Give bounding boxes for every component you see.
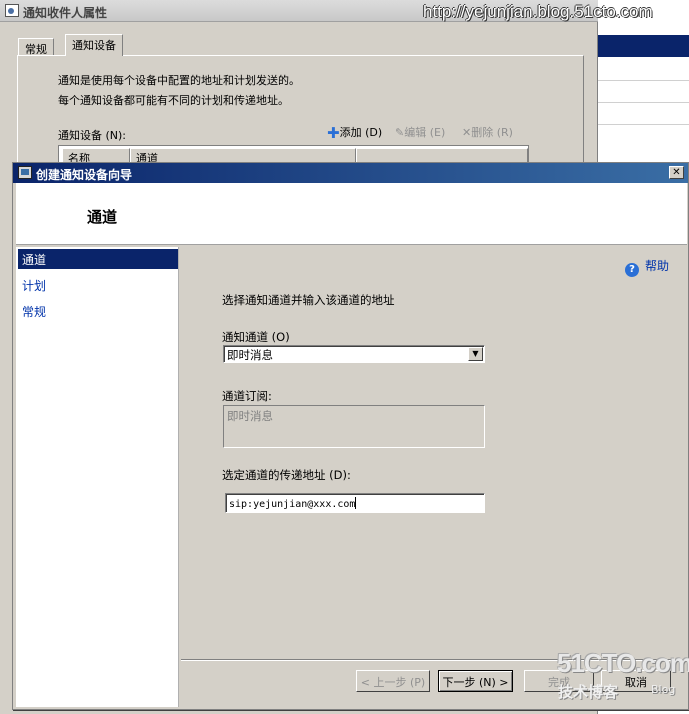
help-label: 帮助 bbox=[645, 259, 670, 273]
delete-device-button[interactable]: ✕删除 (R) bbox=[462, 124, 513, 140]
chevron-down-icon[interactable]: ▼ bbox=[468, 347, 483, 361]
watermark-brand: 51CTO.com bbox=[557, 648, 689, 678]
tab-general[interactable]: 常规 bbox=[18, 38, 54, 56]
text-caret bbox=[355, 497, 357, 509]
wizard-content: ? 帮助 选择通知通道并输入该通道的地址 通知通道 (O) 即时消息 ▼ 通道订阅… bbox=[181, 247, 687, 707]
channel-select[interactable]: 即时消息 ▼ bbox=[223, 345, 485, 363]
watermark-brand-sub: 技术博客 bbox=[558, 683, 619, 701]
back-button[interactable]: < 上一步 (P) bbox=[356, 670, 430, 692]
watermark-blog: Blog bbox=[651, 683, 676, 696]
devices-label: 通知设备 (N): bbox=[58, 129, 127, 142]
delete-icon: ✕ bbox=[462, 126, 472, 139]
add-icon: ✚ bbox=[327, 124, 340, 142]
help-link[interactable]: ? 帮助 bbox=[625, 257, 669, 277]
subscription-field: 即时消息 bbox=[223, 405, 485, 448]
nav-item-general[interactable]: 常规 bbox=[18, 301, 178, 321]
instruction-text: 选择通知通道并输入该通道的地址 bbox=[222, 293, 395, 307]
background-divider bbox=[598, 124, 689, 125]
edit-label: 编辑 (E) bbox=[404, 126, 446, 139]
wizard-titlebar: 创建通知设备向导 ✕ bbox=[13, 163, 688, 183]
channel-label: 通知通道 (O) bbox=[222, 330, 290, 344]
add-label: 添加 (D) bbox=[339, 126, 383, 139]
wizard-header: 通道 bbox=[16, 183, 687, 245]
address-value: sip:yejunjian@xxx.com bbox=[229, 499, 356, 510]
wizard-nav: 通道 计划 常规 bbox=[16, 247, 179, 707]
channel-value: 即时消息 bbox=[227, 348, 273, 362]
tab-notification-devices[interactable]: 通知设备 bbox=[65, 34, 123, 56]
close-icon[interactable]: ✕ bbox=[669, 166, 684, 179]
add-device-button[interactable]: ✚添加 (D) bbox=[327, 124, 382, 142]
properties-window-icon bbox=[5, 4, 19, 17]
edit-device-button[interactable]: ✎编辑 (E) bbox=[395, 124, 445, 140]
background-divider bbox=[598, 102, 689, 103]
address-input[interactable]: sip:yejunjian@xxx.com bbox=[225, 493, 485, 513]
create-notification-device-wizard: 创建通知设备向导 ✕ 通道 通道 计划 常规 ? 帮助 选择通知通道并输入该通道的… bbox=[12, 162, 689, 710]
description-line-1: 通知是使用每个设备中配置的地址和计划发送的。 bbox=[58, 74, 300, 87]
nav-item-schedule[interactable]: 计划 bbox=[18, 275, 178, 295]
wizard-page-title: 通道 bbox=[87, 208, 118, 226]
delete-label: 删除 (R) bbox=[471, 126, 513, 139]
help-icon: ? bbox=[625, 263, 639, 277]
background-divider bbox=[598, 80, 689, 81]
wizard-title: 创建通知设备向导 bbox=[36, 168, 133, 182]
subscription-label: 通道订阅: bbox=[222, 389, 272, 403]
properties-title: 通知收件人属性 bbox=[23, 6, 108, 20]
address-label: 选定通道的传递地址 (D): bbox=[222, 468, 351, 482]
background-selected-row bbox=[598, 35, 689, 57]
subscription-value: 即时消息 bbox=[227, 409, 273, 423]
wizard-window-icon bbox=[18, 166, 32, 179]
edit-icon: ✎ bbox=[395, 126, 405, 139]
watermark-url: http://yejunjian.blog.51cto.com bbox=[423, 2, 653, 21]
description-line-2: 每个通知设备都可能有不同的计划和传递地址。 bbox=[58, 94, 289, 107]
nav-item-channel[interactable]: 通道 bbox=[18, 249, 178, 269]
next-button[interactable]: 下一步 (N) > bbox=[438, 670, 513, 692]
